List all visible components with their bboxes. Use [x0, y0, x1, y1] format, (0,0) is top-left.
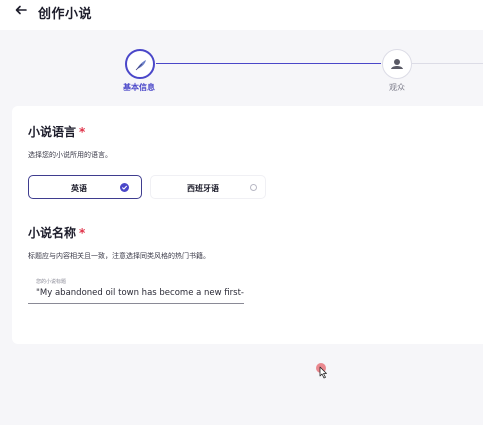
step-audience[interactable]	[382, 49, 412, 79]
novel-title-input[interactable]	[36, 286, 244, 300]
language-title-text: 小说语言	[28, 125, 77, 139]
language-option-label: 西班牙语	[187, 184, 219, 193]
check-icon	[120, 183, 129, 192]
form-card: 小说语言 * 选择您的小说所用的语言。 英语 西班牙语 小说名称 * 标题应与内容相…	[12, 106, 483, 344]
step-connector-active	[156, 63, 381, 64]
page-title: 创作小说	[38, 7, 93, 22]
quill-icon	[135, 60, 146, 71]
progress-stepper: 基本信息 观众	[0, 40, 483, 110]
required-mark: *	[79, 226, 86, 240]
mouse-cursor-icon	[316, 363, 327, 379]
language-option-spanish[interactable]: 西班牙语	[150, 175, 266, 199]
step-connector-inactive	[412, 63, 483, 64]
field-caption: 您的小说标题	[36, 279, 67, 285]
radio-icon	[250, 184, 257, 191]
step-basic-info[interactable]	[125, 49, 155, 79]
back-arrow-icon[interactable]	[14, 3, 28, 17]
name-section-title: 小说名称 *	[28, 224, 85, 241]
step-label-audience: 观众	[389, 83, 405, 92]
name-description: 标题应与内容相关且一致，注意选择同类风格的热门书籍。	[28, 252, 210, 260]
language-option-english[interactable]: 英语	[28, 175, 142, 199]
novel-title-field[interactable]: 您的小说标题	[28, 274, 244, 304]
top-bar: 创作小说	[0, 0, 483, 30]
language-option-label: 英语	[71, 184, 87, 193]
name-title-text: 小说名称	[28, 226, 77, 240]
required-mark: *	[79, 125, 86, 139]
audience-icon	[391, 59, 403, 69]
language-section-title: 小说语言 *	[28, 123, 85, 140]
language-description: 选择您的小说所用的语言。	[28, 151, 112, 159]
step-label-basic-info: 基本信息	[123, 83, 155, 92]
